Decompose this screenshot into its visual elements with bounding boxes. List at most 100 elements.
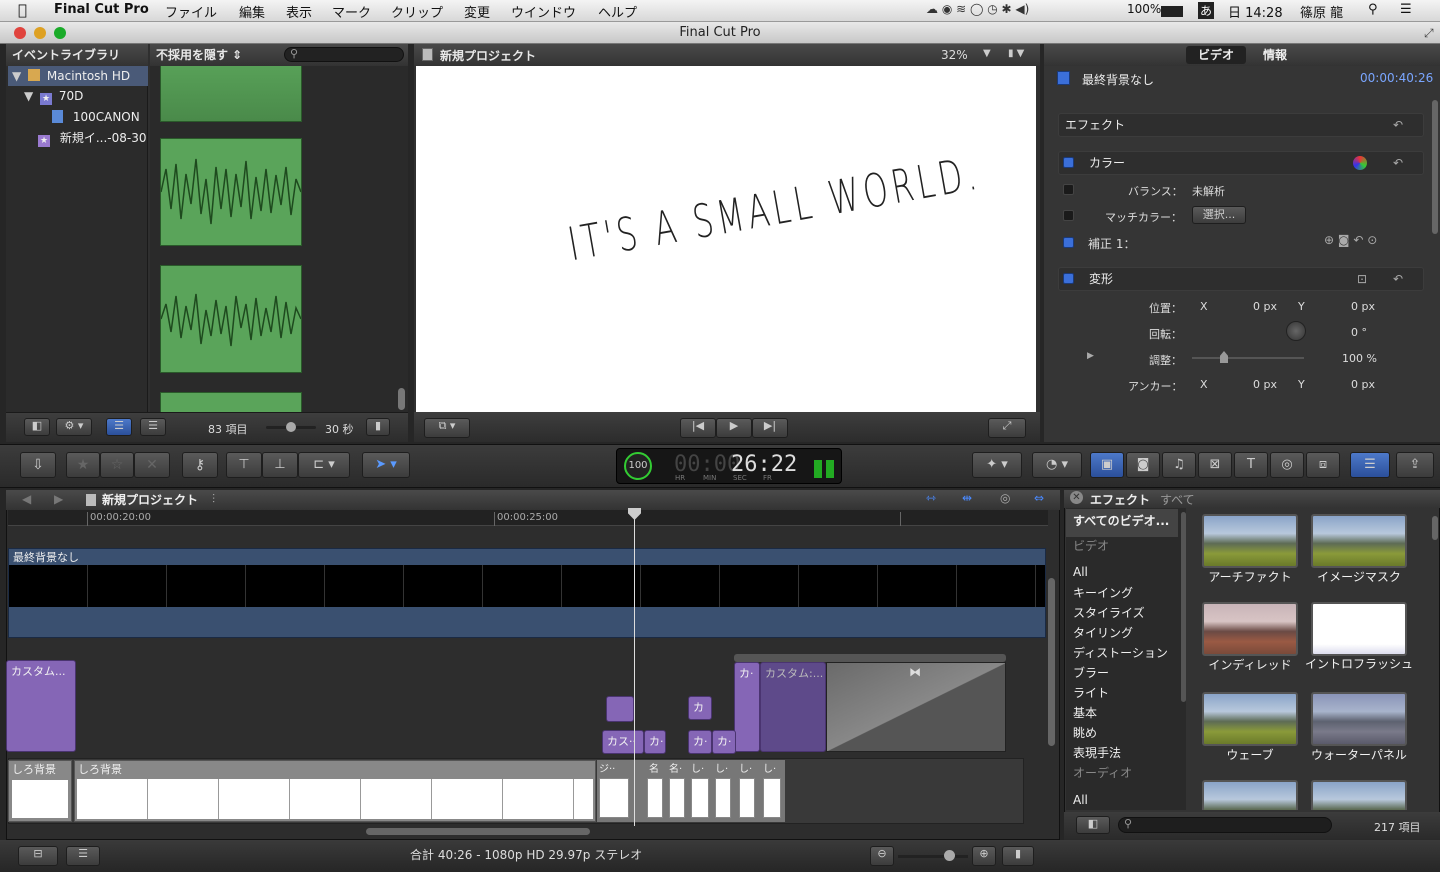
clock[interactable]: 日 14:28 [1228,2,1283,21]
effect-thumbnail-wave[interactable] [1202,692,1298,746]
photo-browser-button[interactable]: ◙ [1126,452,1160,478]
battery-icon[interactable] [1161,6,1183,17]
disclosure-icon[interactable]: ▼ [24,89,33,103]
correction-tools-icon[interactable]: ⊕ ◙ ↶ ⊙ [1324,233,1377,247]
tab-video[interactable]: ビデオ [1186,46,1246,64]
library-item-macintosh-hd[interactable]: ▼ Macintosh HD [8,66,148,86]
category-scrollbar[interactable] [1181,512,1186,702]
effects-category-item[interactable]: ブラー [1073,664,1109,681]
menu-modify[interactable]: 変更 [464,2,490,21]
effect-thumbnail-image-mask[interactable] [1311,514,1407,568]
disclosure-icon[interactable]: ▼ [12,69,21,83]
effects-category-item[interactable]: All [1073,565,1088,579]
effect-thumbnail[interactable] [1311,780,1407,810]
filter-popup[interactable]: 不採用を隠す ⇕ [150,44,278,66]
audio-clip-thumbnail[interactable] [160,265,302,373]
effects-search-input[interactable]: ⚲ [1118,817,1332,833]
timeline-index-button[interactable]: ⊟ [18,846,58,866]
timeline-clip-shiro[interactable]: しろ背景 [8,760,72,822]
apple-menu-icon[interactable]:  [18,1,27,19]
timeline-clip-custom-2[interactable]: カスタム:... [760,662,826,752]
audio-clip-thumbnail[interactable] [160,66,302,122]
effects-category-item[interactable]: スタイライズ [1073,604,1145,621]
inspector-scrollbar[interactable] [1432,100,1438,234]
filmstrip-view-button[interactable]: ☰ [106,418,132,436]
connect-clip-button[interactable]: ⊤ [226,452,262,478]
themes-browser-button[interactable]: ⧈ [1306,452,1340,478]
color-section[interactable]: カラー ↶ [1058,151,1424,175]
timeline-clip-shiro-2[interactable]: しろ背景 [74,760,596,822]
match-color-checkbox[interactable] [1063,210,1074,221]
fullscreen-play-button[interactable]: ⤢ [988,418,1026,438]
menu-mark[interactable]: マーク [332,2,371,21]
timeline-clip-ka[interactable]: カ· [734,662,760,752]
color-board-icon[interactable] [1353,156,1367,170]
select-tool-button[interactable]: ➤ ▾ [362,452,410,478]
zoom-in-button[interactable]: ⊕ [972,846,996,866]
timeline-clip-top[interactable]: 最終背景なし [8,548,1046,638]
show-library-button[interactable]: ◧ [24,418,50,436]
timeline-index-icon[interactable]: ⫶ [212,492,215,507]
timeline-clip-ka-small[interactable]: カ [688,696,712,720]
effects-category-item[interactable]: 基本 [1073,704,1097,721]
position-x-value[interactable]: 0 px [1253,300,1277,313]
retime-menu-button[interactable]: ◔ ▾ [1032,452,1082,478]
show-categories-button[interactable]: ◧ [1076,816,1110,834]
zoom-out-button[interactable]: ⊖ [870,846,894,866]
reset-icon[interactable]: ↶ [1393,152,1403,174]
effects-category-item[interactable]: オーディオ [1073,764,1132,781]
solo-icon[interactable]: ◎ [1000,491,1010,505]
ime-icon[interactable]: あ [1198,2,1215,19]
audio-skimming-icon[interactable]: ⇹ [962,491,972,505]
back-arrow-icon[interactable]: ◀ [22,492,31,506]
menu-view[interactable]: 表示 [286,2,312,21]
fullscreen-icon[interactable]: ⤢ [1424,26,1434,41]
inspector-toggle-button[interactable]: ☰ [1350,452,1390,478]
zoom-popup[interactable]: 32% [941,48,968,62]
audio-clip-thumbnail[interactable] [160,138,302,246]
favorite-button[interactable]: ★ [66,452,100,478]
scale-slider[interactable] [1192,351,1304,363]
timeline-clip-ka-3[interactable]: カ· [688,730,712,754]
action-menu-button[interactable]: ⚙ ▾ [56,418,92,436]
effects-category-item[interactable]: 表現手法 [1073,744,1121,761]
effects-category-item[interactable]: ディストーション [1073,644,1168,661]
reset-icon[interactable]: ↶ [1393,114,1403,136]
insert-clip-button[interactable]: ⊥ [262,452,298,478]
go-to-end-button[interactable]: ▶| [752,418,788,438]
transform-onscreen-icon[interactable]: ⊡ [1357,268,1367,290]
match-color-choose-button[interactable]: 選択... [1192,206,1246,224]
app-menu[interactable]: Final Cut Pro [54,2,149,17]
effects-category-item[interactable]: ビデオ [1073,537,1109,554]
transform-enable-checkbox[interactable] [1063,273,1074,284]
user-name[interactable]: 篠原 龍 [1300,2,1343,21]
list-view-button[interactable]: ☰ [140,418,166,436]
position-y-value[interactable]: 0 px [1351,300,1375,313]
menu-help[interactable]: ヘルプ [598,2,637,21]
slider-knob[interactable] [944,850,955,861]
effects-category-item[interactable]: キーイング [1073,584,1133,601]
correction-checkbox[interactable] [1063,237,1074,248]
enhance-menu-button[interactable]: ✦ ▾ [972,452,1022,478]
playhead[interactable] [634,508,635,826]
effects-category-item[interactable]: タイリング [1073,624,1133,641]
music-browser-button[interactable]: ♫ [1162,452,1196,478]
notification-icon[interactable]: ☰ [1400,2,1412,17]
snapping-icon[interactable]: ⇔ [1034,491,1044,505]
library-item-70d[interactable]: ▼ ★ 70D [24,86,83,106]
transitions-browser-button[interactable]: ⊠ [1198,452,1232,478]
go-to-start-button[interactable]: |◀ [680,418,716,438]
tab-info[interactable]: 情報 [1250,46,1300,64]
generators-browser-button[interactable]: ◎ [1270,452,1304,478]
forward-arrow-icon[interactable]: ▶ [54,492,63,506]
timeline-clip-custom[interactable]: カスタム... [6,660,76,752]
menu-clip[interactable]: クリップ [391,2,443,21]
timeline-clip-small-strip[interactable]: ジ·· 名 名· し· し· し· し· [597,760,785,822]
share-button[interactable]: ⇪ [1396,452,1434,478]
skimming-icon[interactable]: ⇿ [926,491,936,505]
timeline-clip-ka-4[interactable]: カ· [712,730,736,754]
effects-grid-scrollbar[interactable] [1432,516,1438,540]
audio-meter-icon[interactable] [814,460,834,478]
effects-browser-button[interactable]: ▣ [1090,452,1124,478]
clip-height-slider[interactable] [266,422,316,432]
